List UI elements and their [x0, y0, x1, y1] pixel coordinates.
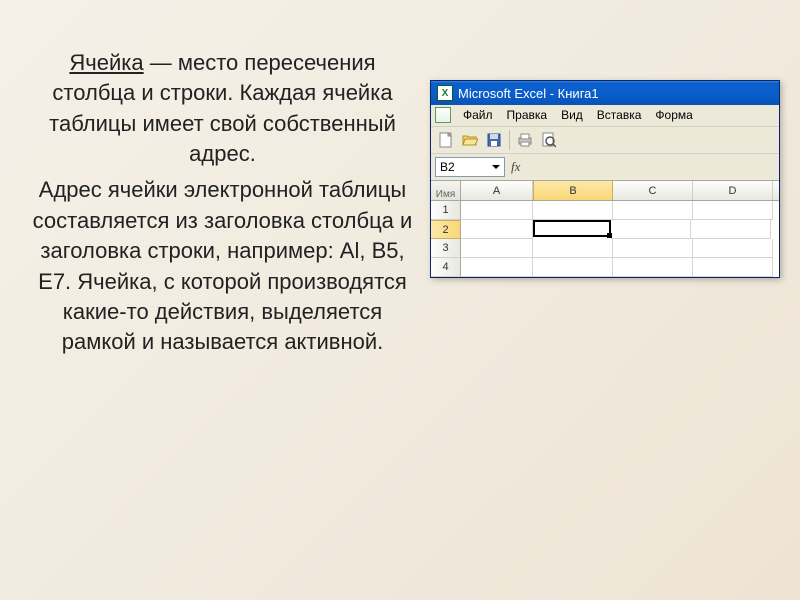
toolbar — [431, 127, 779, 154]
slide: Ячейка — место пересечения столбца и стр… — [0, 0, 800, 600]
cell-a1[interactable] — [461, 201, 533, 220]
row-header-1[interactable]: 1 — [431, 201, 461, 220]
menu-insert[interactable]: Вставка — [591, 107, 648, 123]
cell-b4[interactable] — [533, 258, 613, 277]
print-preview-icon[interactable] — [538, 129, 560, 151]
column-header-d[interactable]: D — [693, 181, 773, 200]
cell-a2[interactable] — [461, 220, 533, 239]
menu-edit[interactable]: Правка — [501, 107, 554, 123]
row-header-3[interactable]: 3 — [431, 239, 461, 258]
spreadsheet-grid: Имя A B C D 1 2 — [431, 181, 779, 277]
cell-a4[interactable] — [461, 258, 533, 277]
row-3: 3 — [431, 239, 779, 258]
menu-format[interactable]: Форма — [649, 107, 698, 123]
menu-file[interactable]: Файл — [457, 107, 499, 123]
cell-c2[interactable] — [611, 220, 691, 239]
menu-view[interactable]: Вид — [555, 107, 589, 123]
name-box-value: B2 — [440, 160, 455, 174]
paragraph-1: Ячейка — место пересечения столбца и стр… — [30, 48, 415, 169]
cell-d1[interactable] — [693, 201, 773, 220]
paragraph-2: Адрес ячейки электронной таблицы составл… — [30, 175, 415, 357]
cell-d4[interactable] — [693, 258, 773, 277]
menubar: Файл Правка Вид Вставка Форма — [431, 105, 779, 127]
window-title: Microsoft Excel - Книга1 — [458, 86, 599, 101]
print-icon[interactable] — [514, 129, 536, 151]
column-headers: Имя A B C D — [431, 181, 779, 201]
text-column: Ячейка — место пересечения столбца и стр… — [30, 30, 430, 570]
column-header-c[interactable]: C — [613, 181, 693, 200]
row-4: 4 — [431, 258, 779, 277]
excel-app-icon: X — [437, 85, 453, 101]
row-1: 1 — [431, 201, 779, 220]
name-box[interactable]: B2 — [435, 157, 505, 177]
open-icon[interactable] — [459, 129, 481, 151]
cell-b3[interactable] — [533, 239, 613, 258]
formula-bar: B2 fx — [431, 154, 779, 181]
cell-b1[interactable] — [533, 201, 613, 220]
cell-d3[interactable] — [693, 239, 773, 258]
select-all-corner[interactable]: Имя — [431, 181, 461, 200]
workbook-icon — [435, 107, 451, 123]
fx-label[interactable]: fx — [511, 159, 520, 175]
cell-d2[interactable] — [691, 220, 771, 239]
cell-c4[interactable] — [613, 258, 693, 277]
row-header-2[interactable]: 2 — [431, 220, 461, 239]
cell-c3[interactable] — [613, 239, 693, 258]
toolbar-separator — [509, 130, 510, 150]
row-2: 2 — [431, 220, 779, 239]
term-cell: Ячейка — [69, 50, 143, 75]
row-header-4[interactable]: 4 — [431, 258, 461, 277]
cell-c1[interactable] — [613, 201, 693, 220]
excel-window: X Microsoft Excel - Книга1 Файл Правка В… — [430, 80, 780, 278]
titlebar: X Microsoft Excel - Книга1 — [431, 81, 779, 105]
column-header-a[interactable]: A — [461, 181, 533, 200]
save-icon[interactable] — [483, 129, 505, 151]
new-document-icon[interactable] — [435, 129, 457, 151]
chevron-down-icon — [492, 165, 500, 169]
cell-a3[interactable] — [461, 239, 533, 258]
screenshot-column: X Microsoft Excel - Книга1 Файл Правка В… — [430, 30, 780, 570]
column-header-b[interactable]: B — [533, 181, 613, 200]
cell-b2-selected[interactable] — [533, 220, 611, 237]
